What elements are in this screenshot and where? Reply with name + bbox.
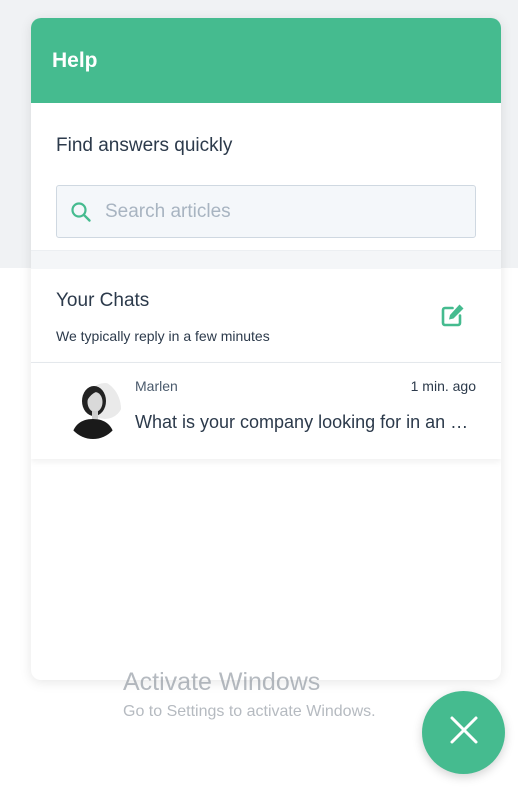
close-icon xyxy=(449,715,479,750)
chats-subtitle: We typically reply in a few minutes xyxy=(56,328,270,344)
edit-icon xyxy=(440,302,466,333)
close-widget-button[interactable] xyxy=(422,691,505,774)
section-separator xyxy=(31,251,501,269)
header-title: Help xyxy=(52,48,98,72)
widget-header: Help xyxy=(31,18,501,103)
windows-activation-watermark: Activate Windows Go to Settings to activ… xyxy=(123,668,376,721)
search-heading: Find answers quickly xyxy=(56,135,233,156)
chat-list-item[interactable]: Marlen 1 min. ago What is your company l… xyxy=(31,363,501,459)
search-icon xyxy=(69,200,93,224)
chat-sender-name: Marlen xyxy=(135,378,178,394)
avatar xyxy=(65,379,121,439)
help-widget: Help Find answers quickly Your Chats We … xyxy=(31,18,501,680)
chat-message-preview: What is your company looking for in an e… xyxy=(135,412,475,432)
search-input[interactable] xyxy=(105,200,465,223)
new-chat-button[interactable] xyxy=(439,303,467,331)
chats-title: Your Chats xyxy=(56,290,150,311)
chats-header: Your Chats We typically reply in a few m… xyxy=(31,269,501,363)
search-box[interactable] xyxy=(56,185,476,238)
watermark-title: Activate Windows xyxy=(123,668,321,696)
chat-timestamp: 1 min. ago xyxy=(410,378,476,394)
watermark-subtitle: Go to Settings to activate Windows. xyxy=(123,703,376,720)
search-section: Find answers quickly xyxy=(31,103,501,251)
